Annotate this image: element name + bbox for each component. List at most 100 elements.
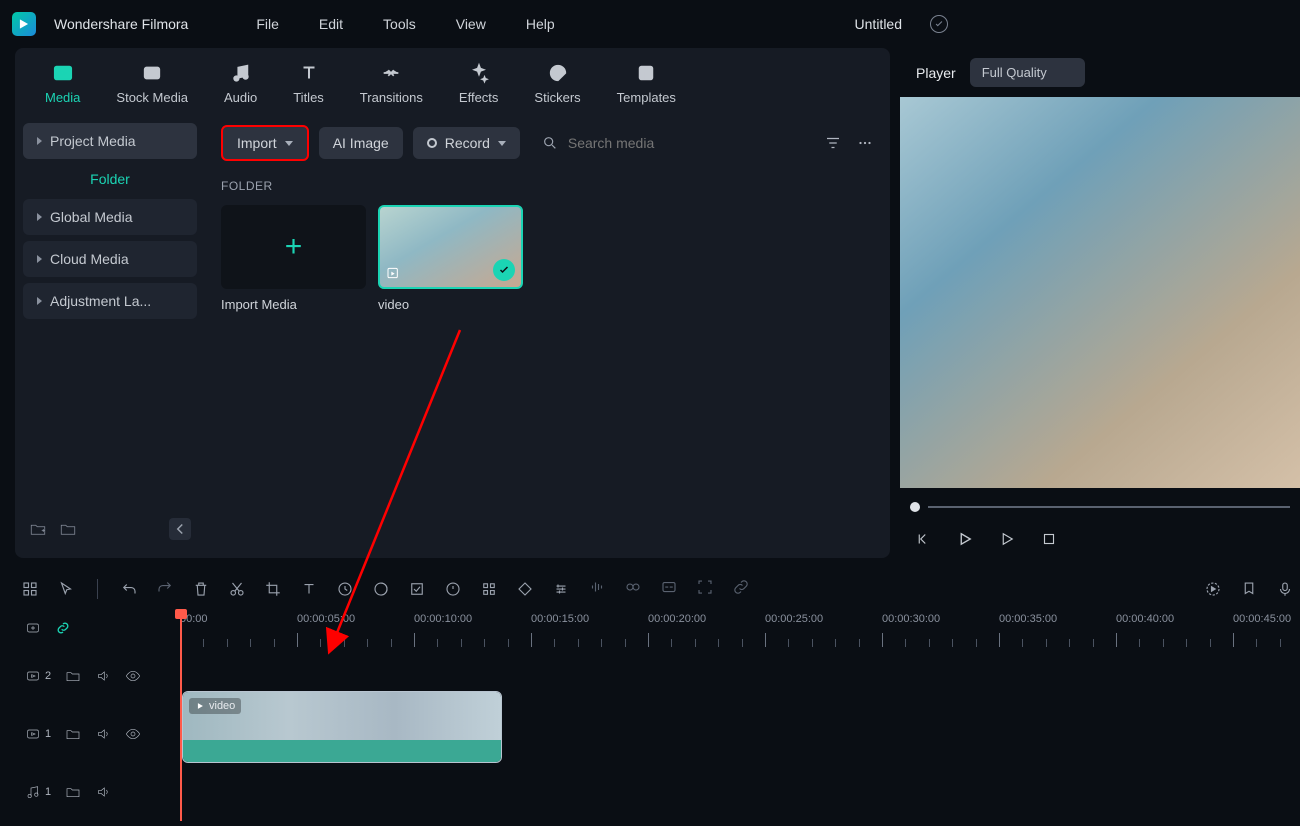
import-button[interactable]: Import <box>221 125 309 161</box>
stop-button[interactable] <box>1040 530 1058 548</box>
mute-icon[interactable] <box>95 726 111 742</box>
audio-edit-icon[interactable] <box>588 578 606 596</box>
delete-icon[interactable] <box>192 580 210 598</box>
playhead[interactable] <box>180 609 182 821</box>
media-panel: Media Stock Media Audio Titles Transitio… <box>15 48 890 558</box>
track-head-a1[interactable]: 1 <box>15 763 180 821</box>
cursor-icon[interactable] <box>57 580 75 598</box>
tab-transitions[interactable]: Transitions <box>360 62 423 113</box>
preview-viewport[interactable] <box>900 97 1300 488</box>
timeline-toolbar <box>15 568 1300 609</box>
new-folder-icon[interactable] <box>29 520 47 538</box>
video-clip-icon <box>386 265 402 281</box>
menu-tools[interactable]: Tools <box>383 16 416 32</box>
media-browser: Import AI Image Record <box>205 113 890 558</box>
folder-icon[interactable] <box>65 784 81 800</box>
media-clip-video[interactable]: video <box>378 205 523 312</box>
media-sidebar: Project Media Folder Global Media Cloud … <box>15 113 205 558</box>
folder-section-label: FOLDER <box>217 173 878 205</box>
sidebar-item-project-media[interactable]: Project Media <box>23 123 197 159</box>
folder-icon[interactable] <box>65 668 81 684</box>
prev-frame-button[interactable] <box>914 530 932 548</box>
tab-effects[interactable]: Effects <box>459 62 499 113</box>
mute-icon[interactable] <box>95 668 111 684</box>
sidebar-item-cloud-media[interactable]: Cloud Media <box>23 241 197 277</box>
subtitle-icon[interactable] <box>660 578 678 596</box>
ai-image-button[interactable]: AI Image <box>319 127 403 159</box>
video-track-icon <box>25 726 41 742</box>
app-name: Wondershare Filmora <box>54 16 188 32</box>
tab-audio[interactable]: Audio <box>224 62 257 113</box>
folder-icon[interactable] <box>65 726 81 742</box>
play-pause-button[interactable] <box>956 530 974 548</box>
record-icon <box>427 138 437 148</box>
check-icon <box>493 259 515 281</box>
eye-icon[interactable] <box>125 668 141 684</box>
timeline-clip[interactable]: video <box>182 691 502 763</box>
keyframe-icon[interactable] <box>516 580 534 598</box>
render-icon[interactable] <box>1204 580 1222 598</box>
cut-icon[interactable] <box>228 580 246 598</box>
search-input[interactable] <box>568 135 814 151</box>
expand-icon[interactable] <box>696 578 714 596</box>
add-track-icon[interactable] <box>25 620 41 636</box>
video-track-icon <box>25 668 41 684</box>
speed-icon[interactable] <box>336 580 354 598</box>
plus-icon: + <box>285 230 303 264</box>
play-button[interactable] <box>998 530 1016 548</box>
eye-icon[interactable] <box>125 726 141 742</box>
chevron-down-icon <box>498 141 506 146</box>
track-head-v1[interactable]: 1 <box>15 705 180 763</box>
track-head-v2[interactable]: 2 <box>15 647 180 705</box>
marker-icon[interactable] <box>1240 580 1258 598</box>
audio-track-1[interactable] <box>180 763 1300 821</box>
tab-stickers[interactable]: Stickers <box>534 62 580 113</box>
tab-stock-media[interactable]: Stock Media <box>116 62 188 113</box>
player-title: Player <box>916 65 956 81</box>
redo-icon[interactable] <box>156 578 174 596</box>
record-button[interactable]: Record <box>413 127 520 159</box>
mic-icon[interactable] <box>1276 580 1294 598</box>
play-icon <box>195 701 205 711</box>
sidebar-item-global-media[interactable]: Global Media <box>23 199 197 235</box>
menu-file[interactable]: File <box>256 16 279 32</box>
seek-bar[interactable] <box>900 488 1300 520</box>
tab-templates[interactable]: Templates <box>617 62 676 113</box>
menu-help[interactable]: Help <box>526 16 555 32</box>
color-icon[interactable] <box>372 580 390 598</box>
sidebar-item-adjustment[interactable]: Adjustment La... <box>23 283 197 319</box>
folder-icon[interactable] <box>59 520 77 538</box>
link-icon[interactable] <box>732 578 750 596</box>
project-title: Untitled <box>855 16 902 32</box>
timeline-ruler[interactable]: 00:0000:00:05:0000:00:10:0000:00:15:0000… <box>180 609 1300 647</box>
menu-edit[interactable]: Edit <box>319 16 343 32</box>
video-track-1[interactable]: video <box>180 687 1300 763</box>
menu-view[interactable]: View <box>456 16 486 32</box>
filter-icon[interactable] <box>824 134 842 152</box>
text-icon[interactable] <box>300 580 318 598</box>
main-menu: File Edit Tools View Help <box>256 16 554 32</box>
collapse-sidebar-button[interactable] <box>169 518 191 540</box>
app-logo <box>12 12 36 36</box>
speed-ramp-icon[interactable] <box>444 580 462 598</box>
import-media-tile[interactable]: + Import Media <box>221 205 366 312</box>
crop-icon[interactable] <box>264 580 282 598</box>
search-icon <box>542 135 558 151</box>
sync-status-icon[interactable] <box>930 15 948 33</box>
more-icon[interactable] <box>856 134 874 152</box>
green-screen-icon[interactable] <box>408 580 426 598</box>
tab-media[interactable]: Media <box>45 62 80 113</box>
add-track-icon[interactable] <box>21 580 39 598</box>
audio-track-icon <box>25 784 41 800</box>
timeline: 2 1 1 00:0000:00:05:0000:00:10:0000: <box>0 568 1300 826</box>
audio-sync-icon[interactable] <box>624 578 642 596</box>
adjust-icon[interactable] <box>552 580 570 598</box>
module-tabs: Media Stock Media Audio Titles Transitio… <box>15 48 890 113</box>
sidebar-folder-label[interactable]: Folder <box>23 159 197 199</box>
track-icon[interactable] <box>480 580 498 598</box>
mute-icon[interactable] <box>95 784 111 800</box>
link-icon[interactable] <box>55 620 71 636</box>
tab-titles[interactable]: Titles <box>293 62 324 113</box>
quality-selector[interactable]: Full Quality <box>970 58 1085 87</box>
undo-icon[interactable] <box>120 580 138 598</box>
